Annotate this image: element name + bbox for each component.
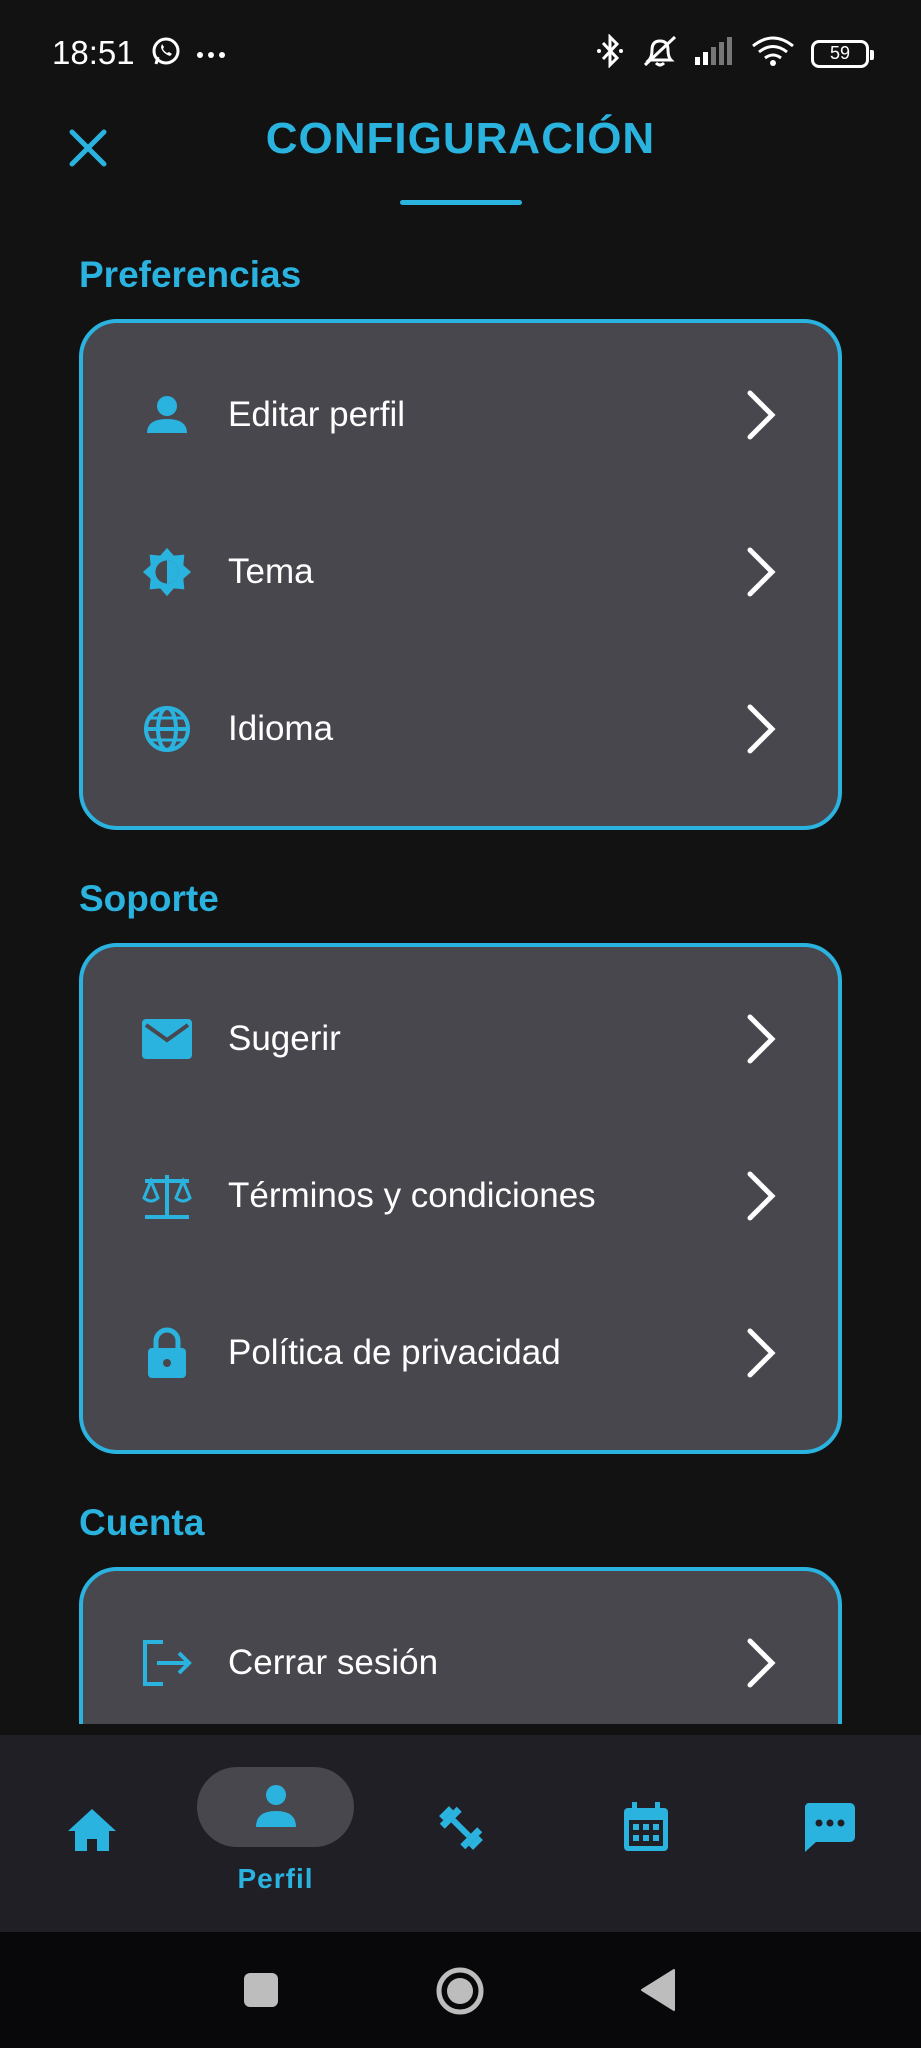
nav-chat[interactable]	[750, 1735, 910, 1932]
chevron-right-icon	[747, 704, 776, 753]
nav-home[interactable]	[12, 1735, 172, 1932]
logout-icon	[141, 1637, 193, 1689]
recents-button[interactable]	[243, 1972, 279, 2008]
home-icon	[68, 1809, 116, 1851]
row-label: Sugerir	[228, 1018, 341, 1058]
dumbbell-icon	[439, 1806, 483, 1850]
row-label: Términos y condiciones	[228, 1175, 596, 1215]
person-icon	[141, 389, 193, 441]
bottom-navigation: Perfil	[0, 1735, 921, 1932]
section-title-account: Cuenta	[79, 1502, 205, 1543]
row-label: Idioma	[228, 708, 334, 748]
row-theme[interactable]: Tema	[83, 493, 838, 650]
section-title-preferences: Preferencias	[79, 254, 302, 295]
account-card: Cerrar sesión	[79, 1567, 842, 1724]
row-label: Política de privacidad	[228, 1332, 561, 1372]
home-button[interactable]	[435, 1966, 485, 2016]
nav-workout[interactable]	[382, 1735, 542, 1932]
nav-profile[interactable]: Perfil	[197, 1735, 357, 1932]
chevron-right-icon	[747, 1328, 776, 1377]
row-terms[interactable]: Términos y condiciones	[83, 1117, 838, 1274]
chevron-right-icon	[747, 547, 776, 596]
row-label: Cerrar sesión	[228, 1642, 439, 1682]
brightness-icon	[141, 546, 193, 598]
chevron-right-icon	[747, 1171, 776, 1220]
mail-icon	[141, 1013, 193, 1065]
row-label: Editar perfil	[228, 394, 406, 434]
nav-calendar[interactable]	[566, 1735, 726, 1932]
chevron-right-icon	[747, 1014, 776, 1063]
row-language[interactable]: Idioma	[83, 650, 838, 807]
lock-icon	[141, 1327, 193, 1379]
globe-icon	[141, 703, 193, 755]
row-logout[interactable]: Cerrar sesión	[83, 1584, 838, 1724]
scale-icon	[141, 1170, 193, 1222]
chevron-right-icon	[747, 390, 776, 439]
system-navigation-bar	[0, 1932, 921, 2048]
row-privacy[interactable]: Política de privacidad	[83, 1274, 838, 1431]
row-edit-profile[interactable]: Editar perfil	[83, 336, 838, 493]
calendar-icon	[624, 1802, 668, 1851]
person-icon	[256, 1785, 296, 1827]
section-title-support: Soporte	[79, 878, 219, 919]
support-card: Sugerir Términos y condiciones Política …	[79, 943, 842, 1454]
row-suggest[interactable]: Sugerir	[83, 960, 838, 1117]
chevron-right-icon	[747, 1638, 776, 1687]
row-label: Tema	[228, 551, 314, 591]
settings-scroll-area[interactable]: Preferencias Editar perfil Tema Idioma S…	[0, 0, 921, 1724]
preferences-card: Editar perfil Tema Idioma	[79, 319, 842, 830]
chat-icon	[804, 1803, 855, 1852]
nav-profile-label: Perfil	[237, 1863, 314, 1894]
back-button[interactable]	[640, 1968, 676, 2012]
